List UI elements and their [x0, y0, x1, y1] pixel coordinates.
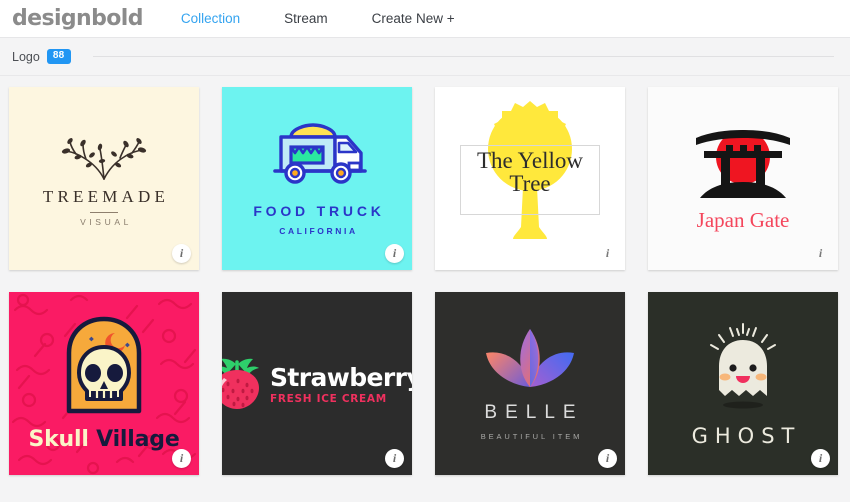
- section-title: Logo: [12, 49, 40, 64]
- card-title: Skull Village: [28, 427, 179, 452]
- nav-links: Collection Stream Create New +: [181, 11, 499, 26]
- card-title: GHOST: [691, 423, 802, 448]
- ghost-icon: [710, 322, 776, 408]
- card-food-truck[interactable]: FOOD TRUCK CALIFORNIA i: [222, 87, 412, 270]
- card-subtitle: BEAUTIFUL ITEM: [480, 431, 583, 441]
- section-header: Logo 88: [0, 38, 850, 76]
- info-button[interactable]: i: [385, 449, 404, 468]
- skull-arch-icon: [66, 316, 142, 414]
- card-japan-gate[interactable]: Japan Gate i: [648, 87, 838, 270]
- lotus-flower-icon: [486, 328, 574, 387]
- info-button[interactable]: i: [385, 244, 404, 263]
- card-yellow-tree[interactable]: The Yellow Tree i: [435, 87, 625, 270]
- section-count-badge: 88: [46, 49, 71, 64]
- card-ghost[interactable]: GHOST i: [648, 292, 838, 475]
- title-divider: [90, 211, 118, 213]
- nav-item-stream[interactable]: Stream: [284, 11, 328, 26]
- card-strawberry[interactable]: Strawberry FRESH ICE CREAM i: [222, 292, 412, 475]
- logo-grid: TREEMADE VISUAL i FOOD TRUCK CALIFORNIA …: [0, 76, 850, 475]
- info-button[interactable]: i: [172, 244, 191, 263]
- info-button[interactable]: i: [598, 244, 617, 263]
- card-title-line2: Tree: [509, 171, 551, 197]
- card-title-part2: Village: [96, 427, 180, 452]
- card-title-part1: Skull: [28, 427, 89, 452]
- card-belle[interactable]: BELLE BEAUTIFUL ITEM i: [435, 292, 625, 475]
- torii-gate-icon: [696, 130, 790, 198]
- yellow-tree-stage: The Yellow Tree: [435, 87, 625, 270]
- card-title-block: The Yellow Tree: [435, 149, 625, 196]
- nav-item-create-new[interactable]: Create New +: [372, 11, 455, 26]
- info-button[interactable]: i: [172, 449, 191, 468]
- card-skull-village[interactable]: Skull Village i: [9, 292, 199, 475]
- nav-item-collection[interactable]: Collection: [181, 11, 240, 26]
- info-button[interactable]: i: [811, 449, 830, 468]
- card-title: TREEMADE: [42, 186, 170, 206]
- card-subtitle: CALIFORNIA: [279, 226, 358, 236]
- strawberry-text-block: Strawberry FRESH ICE CREAM: [270, 363, 412, 405]
- card-title: BELLE: [484, 401, 584, 423]
- card-title: FOOD TRUCK: [253, 203, 385, 219]
- card-title: Strawberry: [269, 362, 412, 392]
- strawberry-lockup: Strawberry FRESH ICE CREAM: [222, 356, 412, 412]
- info-button[interactable]: i: [598, 449, 617, 468]
- card-treemade[interactable]: TREEMADE VISUAL i: [9, 87, 199, 270]
- card-subtitle: VISUAL: [80, 216, 132, 227]
- card-subtitle: FRESH ICE CREAM: [269, 392, 387, 405]
- info-button[interactable]: i: [811, 244, 830, 263]
- brand-logo[interactable]: designbold: [12, 6, 143, 31]
- food-truck-icon: [273, 123, 367, 184]
- card-title: Japan Gate: [696, 208, 790, 232]
- strawberry-icon: [222, 358, 259, 409]
- top-navigation-bar: designbold Collection Stream Create New …: [0, 0, 850, 38]
- section-divider: [92, 56, 834, 57]
- tree-branch-icon: [61, 137, 147, 180]
- card-title-line1: The Yellow: [476, 148, 584, 173]
